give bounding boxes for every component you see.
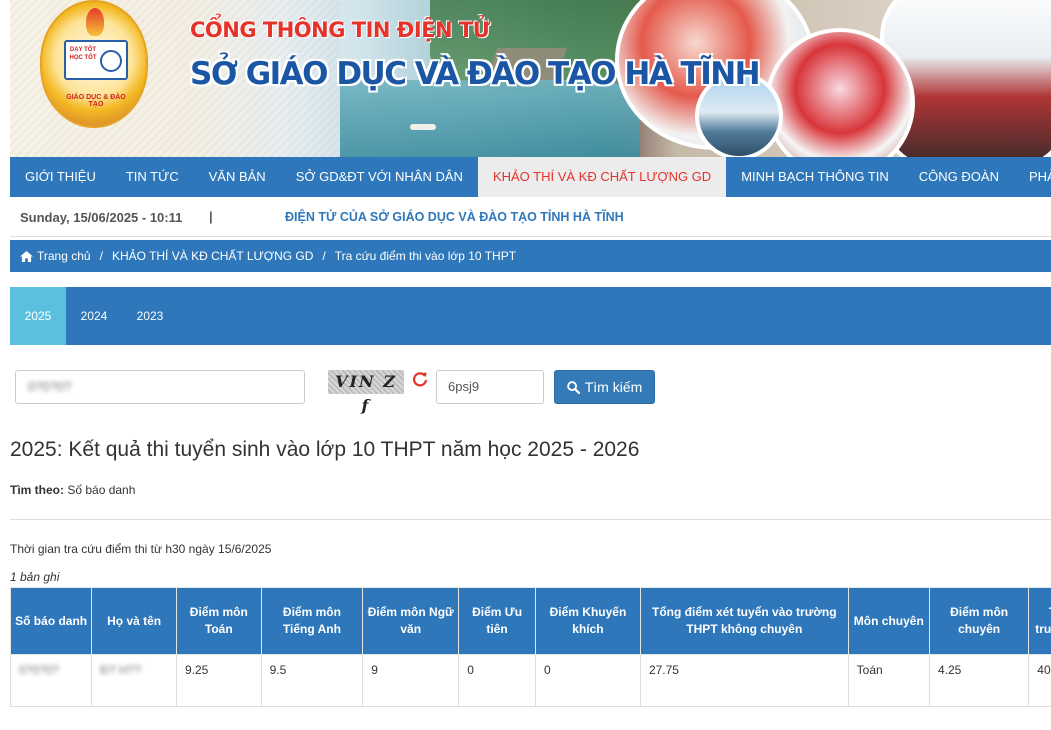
nav-item-tin-tuc[interactable]: TIN TỨC xyxy=(111,157,194,197)
nav-item-gioi-thieu[interactable]: GIỚI THIỆU xyxy=(10,157,111,197)
tab-2025[interactable]: 2025 xyxy=(10,287,66,345)
book-icon: DẠY TỐT HỌC TỐT xyxy=(64,40,128,80)
site-title[interactable]: SỞ GIÁO DỤC VÀ ĐÀO TẠO HÀ TĨNH xyxy=(190,56,761,92)
col-header-full-name: Họ và tên xyxy=(91,587,177,655)
cell-candidate-number: 0?0?0? xyxy=(10,654,93,707)
nav-item-so-gddt-voi-nhan-dan[interactable]: SỞ GD&ĐT VỚI NHÂN DÂN xyxy=(281,157,478,197)
cell-bonus: 0 xyxy=(534,654,641,707)
result-title: 2025: Kết quả thi tuyển sinh vào lớp 10 … xyxy=(10,438,640,461)
nav-item-minh-bach[interactable]: MINH BẠCH THÔNG TIN xyxy=(726,157,904,197)
tab-2024[interactable]: 2024 xyxy=(66,287,122,345)
cell-english: 9.5 xyxy=(260,654,364,707)
col-header-total-regular: Tổng điểm xét tuyển vào trường THPT khôn… xyxy=(639,587,849,655)
banner-boat-image xyxy=(410,124,436,130)
results-table: Số báo danh Họ và tên Điểm môn Toán Điểm… xyxy=(10,587,1051,707)
breadcrumb: Trang chủ / KHẢO THÍ VÀ KĐ CHẤT LƯỢNG GD… xyxy=(10,240,1051,272)
nav-item-cong-doan[interactable]: CÔNG ĐOÀN xyxy=(904,157,1014,197)
breadcrumb-home[interactable]: Trang chủ xyxy=(37,240,91,272)
breadcrumb-separator: / xyxy=(322,249,326,263)
lookup-time-note: Thời gian tra cứu điểm thi từ h30 ngày 1… xyxy=(10,542,272,556)
torch-icon xyxy=(86,8,104,36)
cell-full-name-value: Đ? H?? xyxy=(100,663,141,677)
current-date: Sunday, 15/06/2025 - 10:11 xyxy=(20,210,183,225)
col-header-math: Điểm môn Toán xyxy=(175,587,262,655)
cell-total-specialized: 40.5 xyxy=(1028,654,1051,707)
search-button-label: Tìm kiếm xyxy=(584,379,643,395)
cell-priority: 0 xyxy=(458,654,536,707)
search-button[interactable]: Tìm kiếm xyxy=(554,370,655,404)
find-by: Tìm theo: Số báo danh xyxy=(10,483,135,497)
candidate-number-input[interactable]: 0?0?0? xyxy=(15,370,305,404)
candidate-number-value: 0?0?0? xyxy=(28,379,72,394)
col-header-english: Điểm môn Tiếng Anh xyxy=(260,587,364,655)
logo-ribbon: GIÁO DỤC & ĐÀO TẠO xyxy=(66,94,126,108)
col-header-candidate-number: Số báo danh xyxy=(10,587,93,655)
col-header-specialized-subject: Môn chuyên xyxy=(847,587,930,655)
cell-specialized-score: 4.25 xyxy=(928,654,1030,707)
record-count: 1 bản ghi xyxy=(10,570,60,584)
col-header-specialized-score: Điểm môn chuyên xyxy=(928,587,1030,655)
captcha-input[interactable]: 6psj9 xyxy=(436,370,544,404)
tab-2023[interactable]: 2023 xyxy=(122,287,178,345)
nav-item-van-ban[interactable]: VĂN BẢN xyxy=(194,157,281,197)
info-bar: Sunday, 15/06/2025 - 10:11 | ĐIỆN TỬ CỦA… xyxy=(10,197,1051,237)
col-header-total-specialized: Tổng điểm xét tuyển vào trường THPT chuy… xyxy=(1028,587,1051,655)
find-by-label: Tìm theo: xyxy=(10,483,64,497)
col-header-priority: Điểm Ưu tiên xyxy=(458,587,536,655)
refresh-icon[interactable] xyxy=(412,371,428,387)
atom-icon xyxy=(100,50,122,72)
table-header-row: Số báo danh Họ và tên Điểm môn Toán Điểm… xyxy=(10,587,1051,655)
captcha-image: VIN Z f xyxy=(328,370,404,415)
cell-candidate-number-value: 0?0?0? xyxy=(19,663,60,677)
marquee-text: ĐIỆN TỬ CỦA SỞ GIÁO DỤC VÀ ĐÀO TẠO TỈNH … xyxy=(285,210,624,224)
cell-full-name: Đ? H?? xyxy=(91,654,177,707)
home-icon[interactable] xyxy=(20,250,33,262)
logo[interactable]: DẠY TỐT HỌC TỐT GIÁO DỤC & ĐÀO TẠO xyxy=(40,0,148,128)
cell-total-regular: 27.75 xyxy=(639,654,849,707)
cell-literature: 9 xyxy=(362,654,460,707)
divider xyxy=(10,519,1051,520)
breadcrumb-separator: / xyxy=(99,249,103,263)
search-icon xyxy=(566,380,580,394)
breadcrumb-current: Tra cứu điểm thi vào lớp 10 THPT xyxy=(334,249,517,263)
year-tabs: 2025 2024 2023 xyxy=(10,287,1051,345)
nav-item-khao-thi[interactable]: KHẢO THÍ VÀ KĐ CHẤT LƯỢNG GD xyxy=(477,157,727,197)
info-separator: | xyxy=(209,209,213,224)
nav-item-phan-anh[interactable]: PHẢN ÁNH - KIẾN NGHỊ xyxy=(1014,157,1051,197)
col-header-literature: Điểm môn Ngữ văn xyxy=(362,587,460,655)
logo-motto: DẠY TỐT HỌC TỐT xyxy=(69,47,97,61)
main-nav: GIỚI THIỆU TIN TỨC VĂN BẢN SỞ GD&ĐT VỚI … xyxy=(10,157,1051,197)
header-banner: DẠY TỐT HỌC TỐT GIÁO DỤC & ĐÀO TẠO CỔNG … xyxy=(10,0,1051,157)
cell-math: 9.25 xyxy=(175,654,262,707)
table-row: 0?0?0? Đ? H?? 9.25 9.5 9 0 0 27.75 Toán … xyxy=(10,654,1051,707)
find-by-value: Số báo danh xyxy=(67,483,136,497)
cell-specialized-subject: Toán xyxy=(847,654,930,707)
results-table-wrapper: Số báo danh Họ và tên Điểm môn Toán Điểm… xyxy=(10,587,1051,707)
col-header-bonus: Điểm Khuyến khích xyxy=(534,587,641,655)
breadcrumb-section[interactable]: KHẢO THÍ VÀ KĐ CHẤT LƯỢNG GD xyxy=(112,240,313,272)
portal-label: CỔNG THÔNG TIN ĐIỆN TỬ xyxy=(190,18,490,42)
